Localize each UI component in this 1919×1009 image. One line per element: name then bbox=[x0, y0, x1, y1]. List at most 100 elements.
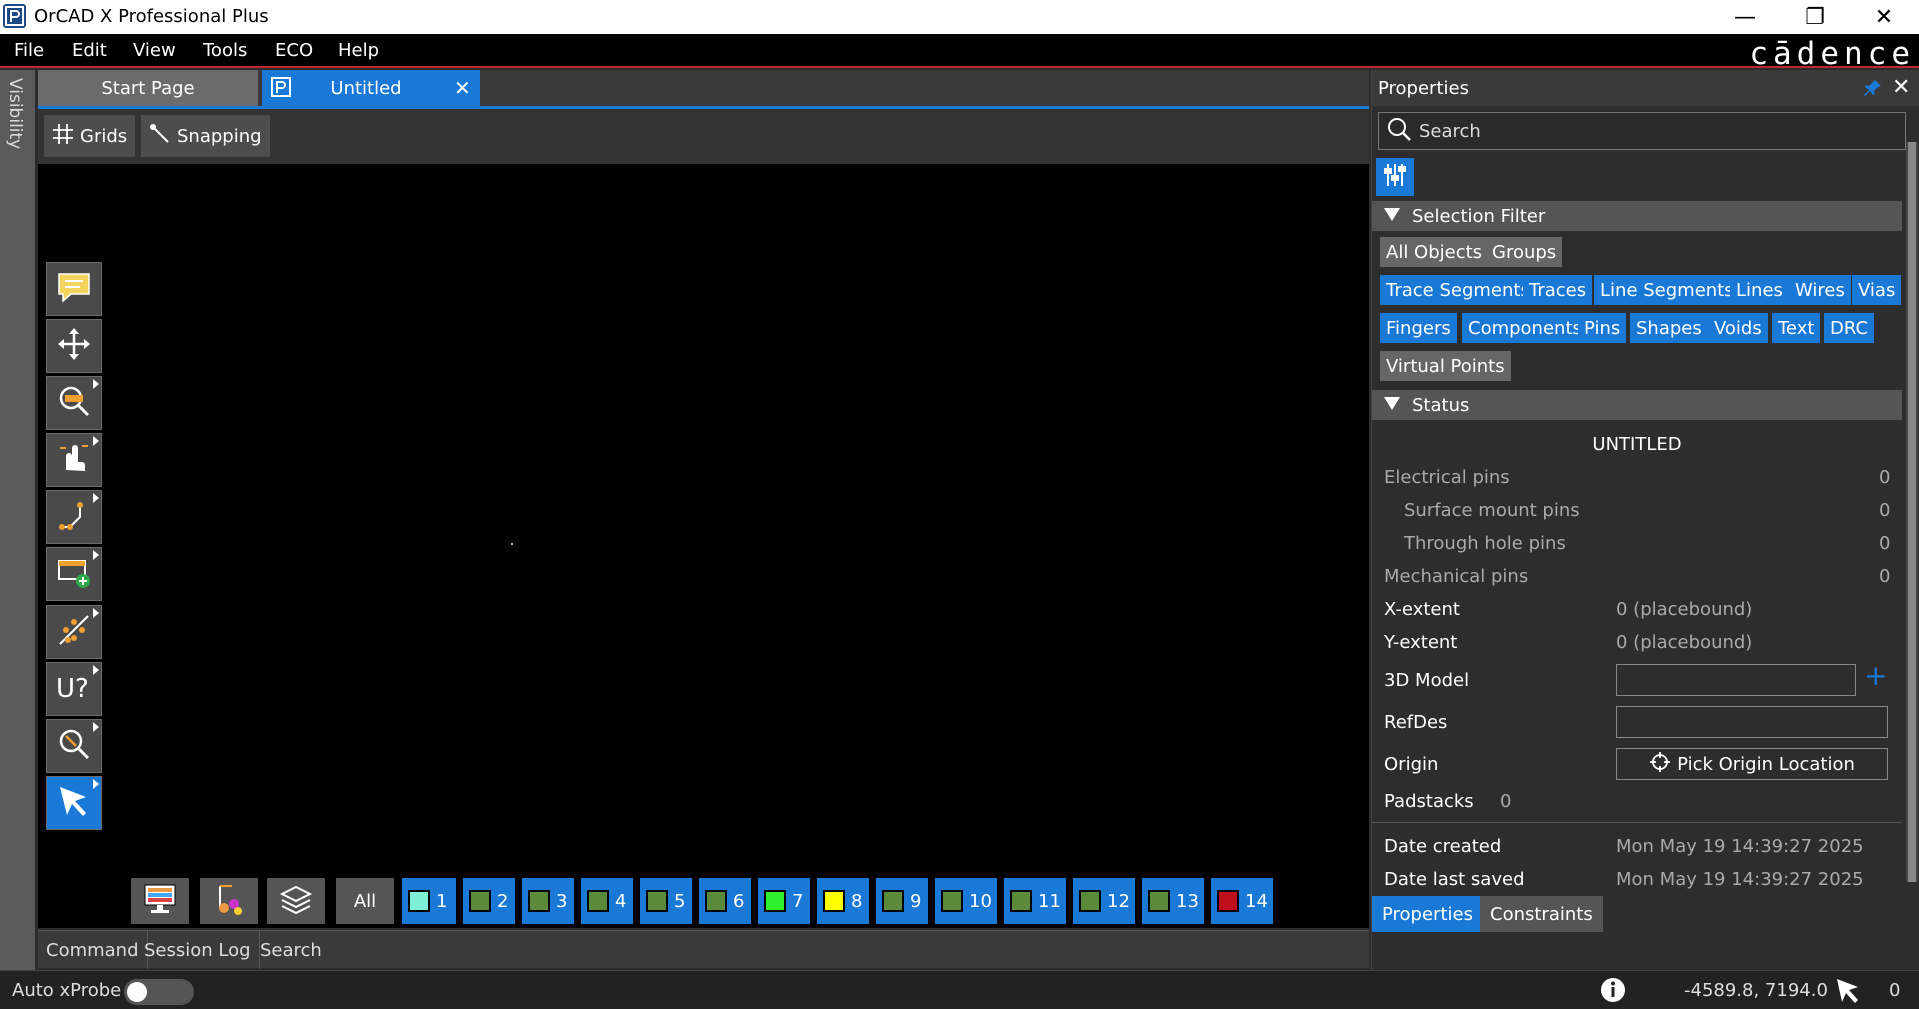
layer-5-button[interactable]: 5 bbox=[640, 878, 692, 924]
auto-xprobe-toggle[interactable] bbox=[124, 979, 194, 1005]
tab-session-log[interactable]: Session Log bbox=[136, 931, 260, 969]
smt-pins-label: Surface mount pins bbox=[1404, 500, 1580, 521]
layers-icon bbox=[279, 883, 313, 920]
layer-2-button[interactable]: 2 bbox=[463, 878, 515, 924]
zoom-fit-tool[interactable] bbox=[46, 719, 102, 773]
layer-14-button[interactable]: 14 bbox=[1211, 878, 1273, 924]
origin-label: Origin bbox=[1384, 754, 1439, 775]
filter-chip-all-objects[interactable]: All Objects bbox=[1380, 237, 1489, 267]
properties-panel: Properties ✕ Search Selection Filter All… bbox=[1371, 70, 1919, 970]
layer-swatch bbox=[882, 890, 904, 912]
close-window-button[interactable]: ✕ bbox=[1849, 0, 1919, 34]
filter-chip-voids[interactable]: Voids bbox=[1708, 313, 1768, 343]
layer-1-button[interactable]: 1 bbox=[402, 878, 456, 924]
layers-button[interactable] bbox=[267, 878, 325, 924]
tab-untitled[interactable]: Untitled ✕ bbox=[262, 70, 480, 106]
layer-swatch bbox=[646, 890, 668, 912]
tab-command[interactable]: Command bbox=[38, 931, 148, 969]
display-settings-button[interactable] bbox=[131, 878, 189, 924]
filter-chip-vias[interactable]: Vias bbox=[1852, 275, 1902, 305]
grids-button[interactable]: Grids bbox=[44, 115, 136, 157]
tab-search[interactable]: Search bbox=[252, 931, 330, 969]
layer-label: 3 bbox=[556, 890, 568, 912]
layer-10-button[interactable]: 10 bbox=[935, 878, 997, 924]
layer-3-button[interactable]: 3 bbox=[522, 878, 574, 924]
mech-pins-label: Mechanical pins bbox=[1384, 566, 1529, 587]
color-palette-icon bbox=[212, 882, 246, 921]
filter-chip-line-segments[interactable]: Line Segments bbox=[1594, 275, 1740, 305]
status-section-header[interactable]: Status bbox=[1372, 390, 1902, 420]
layer-label: 13 bbox=[1176, 890, 1199, 912]
select-tool[interactable] bbox=[46, 776, 102, 830]
model3d-field[interactable] bbox=[1616, 664, 1856, 696]
refdes-field[interactable] bbox=[1616, 706, 1888, 738]
route-tool[interactable] bbox=[46, 490, 102, 544]
ratsnest-tool[interactable] bbox=[46, 605, 102, 659]
maximize-button[interactable]: ❐ bbox=[1780, 0, 1850, 34]
color-palette-button[interactable] bbox=[200, 878, 258, 924]
pan-tool[interactable] bbox=[46, 433, 102, 487]
selection-count: 0 bbox=[1889, 980, 1901, 1001]
filter-chip-traces[interactable]: Traces bbox=[1523, 275, 1593, 305]
electrical-pins-value: 0 bbox=[1879, 467, 1891, 488]
add-3d-model-icon[interactable]: + bbox=[1864, 662, 1887, 690]
layer-swatch bbox=[587, 890, 609, 912]
tab-constraints[interactable]: Constraints bbox=[1480, 896, 1603, 932]
design-canvas[interactable] bbox=[38, 164, 1369, 928]
properties-header: Properties ✕ bbox=[1372, 70, 1919, 106]
mech-pins-value: 0 bbox=[1879, 566, 1891, 587]
layer-11-button[interactable]: 11 bbox=[1004, 878, 1066, 924]
move-tool[interactable] bbox=[46, 319, 102, 373]
status-section-title: Status bbox=[1412, 394, 1470, 416]
filter-chip-fingers[interactable]: Fingers bbox=[1380, 313, 1457, 343]
scrollbar-thumb[interactable] bbox=[1908, 142, 1916, 882]
add-component-tool[interactable] bbox=[46, 547, 102, 601]
menu-tools[interactable]: Tools bbox=[203, 40, 247, 61]
menu-view[interactable]: View bbox=[133, 40, 176, 61]
layer-8-button[interactable]: 8 bbox=[817, 878, 869, 924]
tab-label: Start Page bbox=[101, 77, 195, 99]
filter-chip-lines[interactable]: Lines bbox=[1730, 275, 1789, 305]
visibility-panel-tab[interactable]: Visibility bbox=[0, 70, 35, 970]
filter-chip-text[interactable]: Text bbox=[1772, 313, 1821, 343]
menu-edit[interactable]: Edit bbox=[72, 40, 107, 61]
layer-label: 8 bbox=[851, 890, 863, 912]
minimize-button[interactable]: — bbox=[1710, 0, 1780, 34]
th-pins-value: 0 bbox=[1879, 533, 1891, 554]
pick-origin-button[interactable]: Pick Origin Location bbox=[1616, 748, 1888, 780]
info-icon[interactable] bbox=[1600, 977, 1626, 1008]
filter-chip-components[interactable]: Components bbox=[1462, 313, 1588, 343]
close-tab-icon[interactable]: ✕ bbox=[454, 76, 471, 100]
tab-start-page[interactable]: Start Page bbox=[38, 70, 258, 106]
visibility-label: Visibility bbox=[5, 78, 25, 150]
layer-7-button[interactable]: 7 bbox=[758, 878, 810, 924]
layer-12-button[interactable]: 12 bbox=[1073, 878, 1135, 924]
properties-search-input[interactable]: Search bbox=[1378, 112, 1906, 150]
pin-icon[interactable] bbox=[1863, 78, 1883, 103]
layer-9-button[interactable]: 9 bbox=[876, 878, 928, 924]
filter-chip-trace-segments[interactable]: Trace Segments bbox=[1380, 275, 1536, 305]
menu-file[interactable]: File bbox=[14, 40, 44, 61]
close-panel-icon[interactable]: ✕ bbox=[1892, 75, 1910, 100]
filter-chip-wires[interactable]: Wires bbox=[1789, 275, 1851, 305]
zoom-rect-tool[interactable] bbox=[46, 376, 102, 430]
menu-help[interactable]: Help bbox=[338, 40, 379, 61]
pan-hand-icon bbox=[56, 440, 92, 481]
snapping-button[interactable]: Snapping bbox=[141, 115, 270, 157]
layer-13-button[interactable]: 13 bbox=[1142, 878, 1204, 924]
comment-tool[interactable] bbox=[46, 262, 102, 316]
filter-chip-shapes[interactable]: Shapes bbox=[1630, 313, 1708, 343]
filter-chip-groups[interactable]: Groups bbox=[1486, 237, 1563, 267]
menu-eco[interactable]: ECO bbox=[275, 40, 313, 61]
refdes-query-tool[interactable]: U? bbox=[46, 662, 102, 716]
filter-chip-drc[interactable]: DRC bbox=[1824, 313, 1875, 343]
layer-4-button[interactable]: 4 bbox=[581, 878, 633, 924]
selection-filter-header[interactable]: Selection Filter bbox=[1372, 201, 1902, 231]
layer-6-button[interactable]: 6 bbox=[699, 878, 751, 924]
tab-properties[interactable]: Properties bbox=[1372, 896, 1483, 932]
all-layers-button[interactable]: All bbox=[336, 878, 394, 924]
padstacks-label: Padstacks bbox=[1384, 791, 1474, 812]
filter-chip-pins[interactable]: Pins bbox=[1578, 313, 1627, 343]
filter-settings-button[interactable] bbox=[1376, 158, 1414, 196]
filter-chip-virtual-points[interactable]: Virtual Points bbox=[1380, 351, 1511, 381]
